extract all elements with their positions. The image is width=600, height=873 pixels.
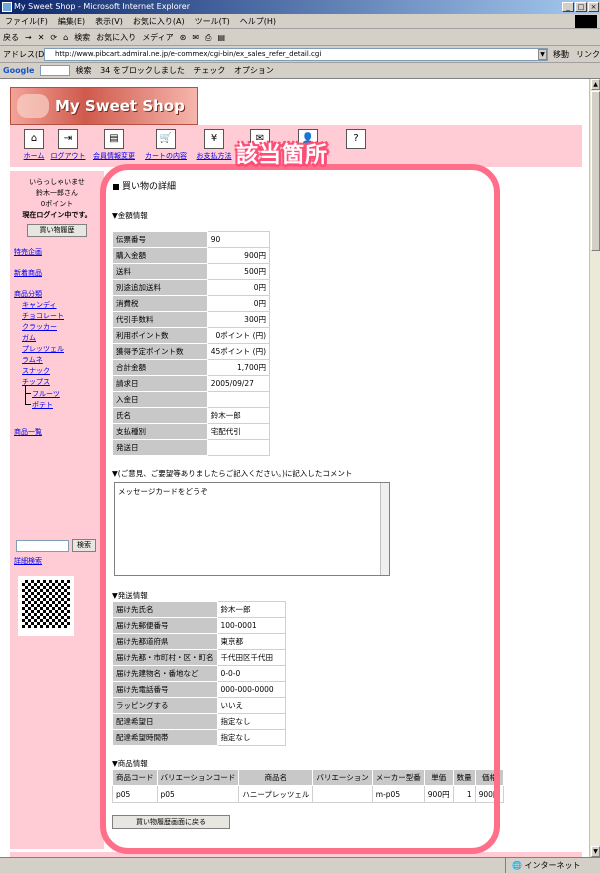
sidebar-search-button[interactable]: 検索 xyxy=(72,539,96,552)
categories-link[interactable]: 商品分類 xyxy=(14,289,42,299)
welcome-text: いらっしゃいませ xyxy=(29,178,85,186)
scroll-down-icon[interactable]: ▼ xyxy=(591,846,600,857)
highlight-frame xyxy=(100,164,500,854)
address-dropdown-icon[interactable]: ▼ xyxy=(538,49,547,60)
popup-blocked-count[interactable]: 34 をブロックしました xyxy=(97,63,188,79)
category-chocolate[interactable]: チョコレート xyxy=(22,311,64,321)
search-button[interactable]: 検索 xyxy=(71,29,93,46)
category-ramune[interactable]: ラムネ xyxy=(22,355,43,365)
menu-edit[interactable]: 編集(E) xyxy=(53,14,90,29)
ie-icon xyxy=(2,2,12,12)
cart-icon: 🛒 xyxy=(156,129,176,149)
google-logo[interactable]: Google xyxy=(0,63,37,79)
sidebar: いらっしゃいませ 鈴木一郎さん 0ポイント 現在ログイン中です。 買い物履歴 特… xyxy=(10,171,104,849)
links-button[interactable]: リンク xyxy=(576,49,600,60)
nav-logout[interactable]: ⇥ ログアウト xyxy=(44,129,92,161)
sidebar-search-input[interactable] xyxy=(16,540,69,552)
advanced-search-link[interactable]: 詳細検索 xyxy=(14,556,42,566)
menu-file[interactable]: ファイル(F) xyxy=(0,14,53,29)
login-status: 現在ログイン中です。 xyxy=(22,211,92,219)
refresh-icon[interactable]: ⟳ xyxy=(47,29,60,46)
nav-member-info[interactable]: ▤ 会員情報変更 xyxy=(90,129,138,161)
status-bar: 🌐 インターネット xyxy=(0,857,600,873)
window-title-bar: My Sweet Shop - Microsoft Internet Explo… xyxy=(0,0,600,14)
nav-payment[interactable]: ¥ お支払方法 xyxy=(190,129,238,161)
favorites-button[interactable]: お気に入り xyxy=(93,29,139,46)
google-check-button[interactable]: チェック xyxy=(190,63,228,79)
google-search-input[interactable] xyxy=(40,65,70,76)
nav-label[interactable]: ログアウト xyxy=(44,151,92,161)
category-chips[interactable]: チップス xyxy=(22,377,50,387)
menu-tools[interactable]: ツール(T) xyxy=(190,14,235,29)
close-button[interactable]: × xyxy=(588,2,599,12)
address-label: アドレス(D) xyxy=(3,50,48,59)
print-icon[interactable]: ⎙ xyxy=(202,29,214,46)
google-search-button[interactable]: 検索 xyxy=(73,63,95,79)
maximize-button[interactable]: □ xyxy=(575,2,587,12)
user-points: 0ポイント xyxy=(40,200,74,208)
category-candy[interactable]: キャンディ xyxy=(22,300,57,310)
shop-logo[interactable]: My Sweet Shop xyxy=(10,87,198,125)
home-icon: ⌂ xyxy=(24,129,44,149)
category-pretzel[interactable]: プレッツェル xyxy=(22,344,64,354)
menu-help[interactable]: ヘルプ(H) xyxy=(235,14,281,29)
qr-code-icon xyxy=(22,580,70,628)
vertical-scrollbar[interactable]: ▲ ▼ xyxy=(589,79,600,857)
edit-icon[interactable]: ▤ xyxy=(214,29,228,46)
nav-cart[interactable]: 🛒 カートの内容 xyxy=(142,129,190,161)
address-input[interactable]: http://www.pibcart.admiral.ne.jp/e-comme… xyxy=(44,48,548,61)
member-card-icon: ▤ xyxy=(104,129,124,149)
mail-icon[interactable]: ✉ xyxy=(189,29,202,46)
nav-label[interactable]: カートの内容 xyxy=(142,151,190,161)
category-snack[interactable]: スナック xyxy=(22,366,50,376)
menu-bar: ファイル(F) 編集(E) 表示(V) お気に入り(A) ツール(T) ヘルプ(H) xyxy=(0,14,600,29)
back-button[interactable]: 戻る xyxy=(0,29,22,46)
media-button[interactable]: メディア xyxy=(139,29,176,46)
tree-line xyxy=(25,404,31,405)
menu-favorites[interactable]: お気に入り(A) xyxy=(128,14,190,29)
scroll-thumb[interactable] xyxy=(591,91,600,251)
category-cracker[interactable]: クラッカー xyxy=(22,322,57,332)
new-items-link[interactable]: 新着商品 xyxy=(14,268,42,278)
shop-name: My Sweet Shop xyxy=(55,97,185,115)
sweets-illustration-icon xyxy=(17,94,49,118)
menu-view[interactable]: 表示(V) xyxy=(90,14,128,29)
subcategory-potato[interactable]: ポテト xyxy=(32,400,53,410)
google-toolbar: Google 検索 34 をブロックしました チェック オプション xyxy=(0,63,600,79)
help-icon: ? xyxy=(346,129,366,149)
nav-label[interactable]: お支払方法 xyxy=(190,151,238,161)
nav-label[interactable]: 会員情報変更 xyxy=(90,151,138,161)
category-gum[interactable]: ガム xyxy=(22,333,36,343)
subcategory-fruit[interactable]: フルーツ xyxy=(32,389,60,399)
page-viewport: My Sweet Shop ⌂ ホーム ⇥ ログアウト ▤ 会員情報変更 🛒 カートの内… xyxy=(0,79,589,857)
user-name: 鈴木一郎さん xyxy=(36,189,78,197)
toolbar: 戻る → ✕ ⟳ ⌂ 検索 お気に入り メディア ⊛ ✉ ⎙ ▤ xyxy=(0,29,600,46)
windows-logo-icon xyxy=(575,15,597,28)
history-icon[interactable]: ⊛ xyxy=(177,29,190,46)
google-options-button[interactable]: オプション xyxy=(231,63,277,79)
forward-button[interactable]: → xyxy=(22,29,35,46)
purchase-history-button[interactable]: 買い物履歴 xyxy=(27,224,87,237)
special-sale-link[interactable]: 特売企画 xyxy=(14,247,42,257)
window-title: My Sweet Shop - Microsoft Internet Explo… xyxy=(14,2,190,11)
home-icon[interactable]: ⌂ xyxy=(60,29,71,46)
stop-icon[interactable]: ✕ xyxy=(35,29,48,46)
minimize-button[interactable]: _ xyxy=(562,2,574,12)
tree-line xyxy=(25,393,31,394)
tree-line xyxy=(25,386,26,404)
scroll-up-icon[interactable]: ▲ xyxy=(591,79,600,90)
zone-label: インターネット xyxy=(524,861,581,870)
go-button[interactable]: 移動 xyxy=(553,49,569,60)
security-zone: 🌐 インターネット xyxy=(505,858,581,873)
address-bar: アドレス(D) http://www.pibcart.admiral.ne.jp… xyxy=(0,46,600,63)
logout-icon: ⇥ xyxy=(58,129,78,149)
qr-code xyxy=(18,576,74,636)
annotation-label: 該当箇所 xyxy=(236,143,329,168)
nav-help[interactable]: ? xyxy=(332,129,380,149)
item-list-link[interactable]: 商品一覧 xyxy=(14,427,42,437)
yen-icon: ¥ xyxy=(204,129,224,149)
